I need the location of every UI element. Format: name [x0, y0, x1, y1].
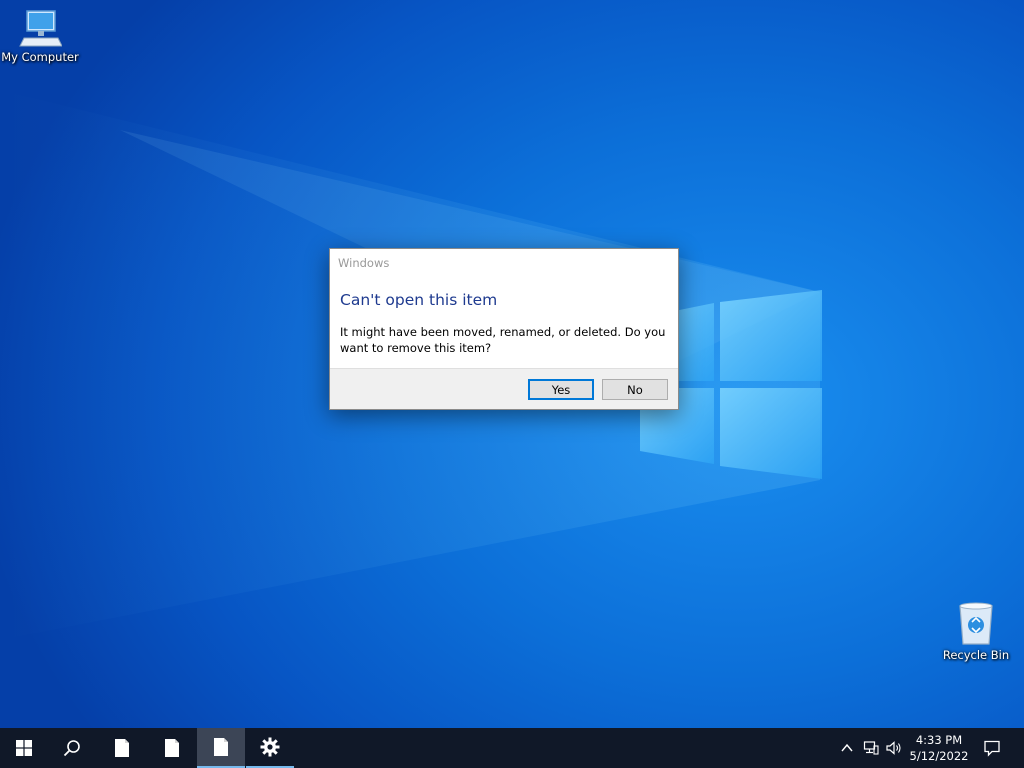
- recycle-bin-icon: [959, 602, 993, 645]
- document-icon: [115, 739, 129, 757]
- document-icon: [165, 739, 179, 757]
- dialog-message: It might have been moved, renamed, or de…: [340, 325, 666, 355]
- gear-icon: [260, 737, 280, 757]
- speaker-icon[interactable]: [886, 740, 902, 756]
- chevron-up-icon[interactable]: [839, 740, 855, 756]
- search-icon: [63, 740, 80, 757]
- start-windows-icon: [16, 740, 32, 756]
- desktop-icon-label: My Computer: [1, 50, 79, 64]
- taskbar: 4:33 PM 5/12/2022: [0, 728, 1024, 768]
- network-icon[interactable]: [863, 740, 879, 756]
- message-dialog: Windows Can't open this item It might ha…: [329, 248, 679, 410]
- start-button[interactable]: [0, 728, 48, 768]
- taskbar-app-document-1[interactable]: [98, 728, 146, 768]
- clock-time: 4:33 PM: [915, 733, 963, 747]
- taskbar-app-document-2[interactable]: [148, 728, 196, 768]
- clock[interactable]: 4:33 PM 5/12/2022: [906, 732, 972, 764]
- search-button[interactable]: [48, 728, 96, 768]
- desktop-icon-my-computer[interactable]: My Computer: [0, 6, 80, 64]
- dialog-window-title: Windows: [338, 256, 390, 270]
- taskbar-app-settings[interactable]: [246, 728, 294, 768]
- no-button[interactable]: No: [602, 379, 668, 400]
- desktop-icon-recycle-bin[interactable]: Recycle Bin: [934, 600, 1018, 662]
- dialog-button-bar: Yes No: [330, 368, 678, 409]
- computer-icon: [19, 10, 62, 47]
- yes-button[interactable]: Yes: [528, 379, 594, 400]
- notification-icon[interactable]: [983, 739, 1001, 757]
- dialog-heading: Can't open this item: [340, 291, 498, 309]
- desktop-icon-label: Recycle Bin: [942, 648, 1010, 662]
- document-icon: [214, 738, 228, 756]
- taskbar-app-document-3[interactable]: [197, 728, 245, 768]
- clock-date: 5/12/2022: [909, 749, 969, 763]
